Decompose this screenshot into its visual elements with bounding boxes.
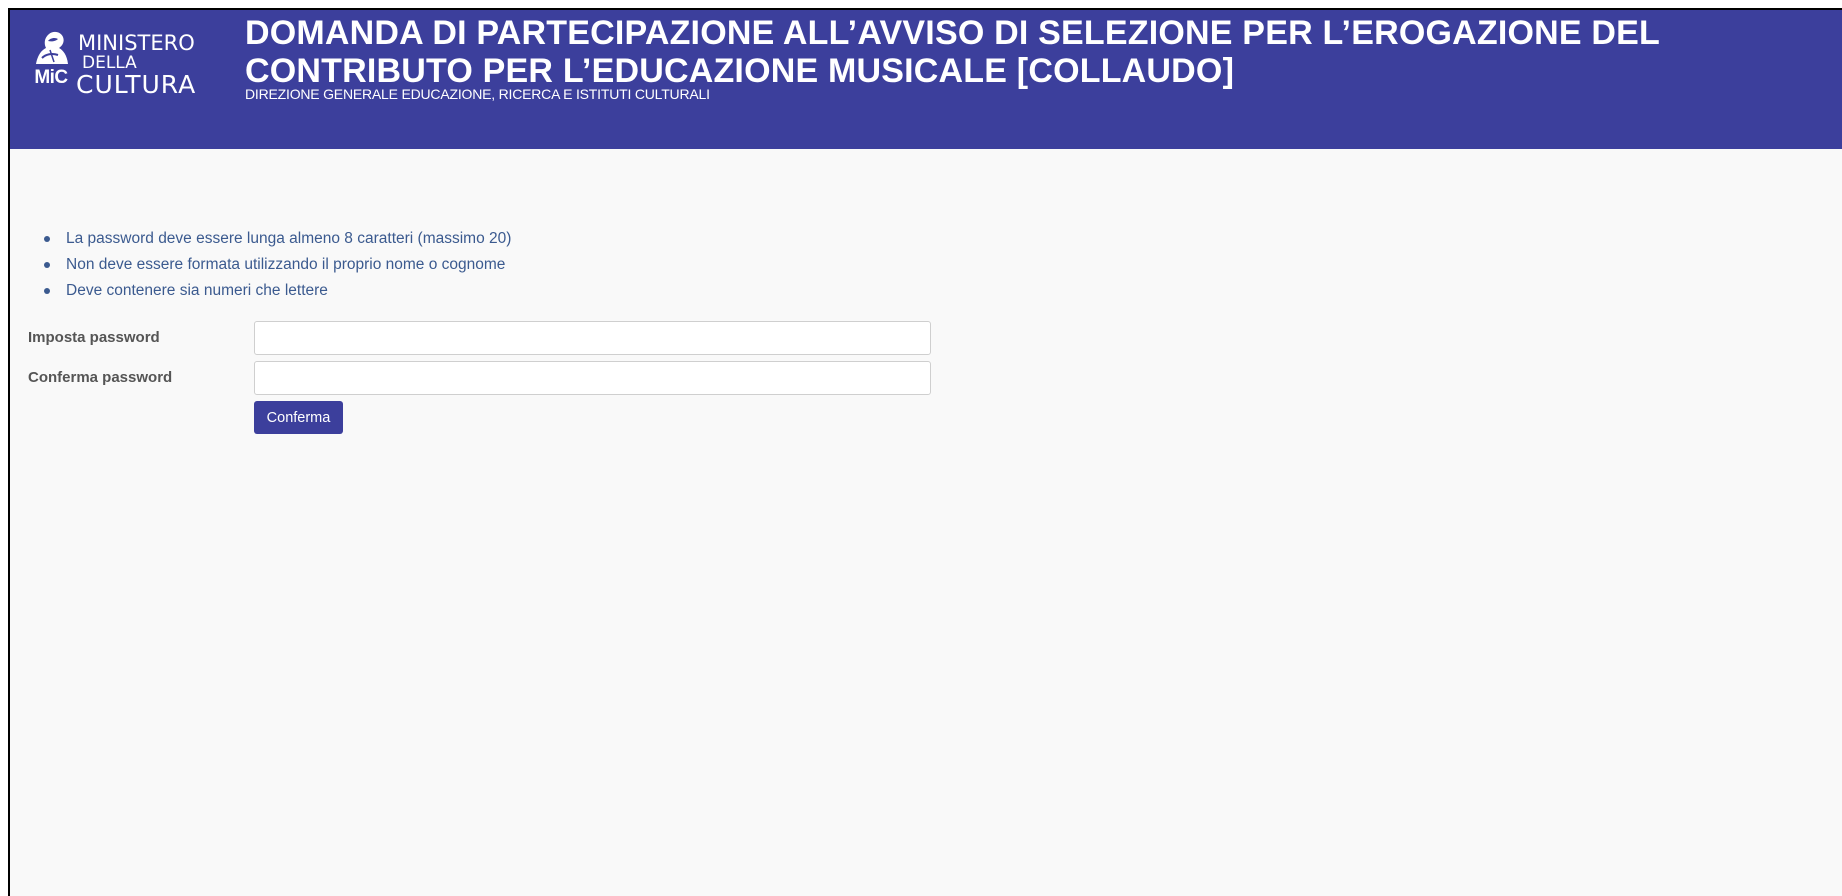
password-rule: Non deve essere formata utilizzando il p… <box>43 252 511 278</box>
logo-line-cultura: CULTURA <box>76 70 197 99</box>
ministry-logo[interactable]: MiC MINISTERO DELLA CULTURA <box>28 24 228 104</box>
confirm-password-row: Conferma password <box>10 361 950 395</box>
logo-line-ministero: MINISTERO <box>78 31 195 55</box>
password-rule: Deve contenere sia numeri che lettere <box>43 278 511 304</box>
site-header: MiC MINISTERO DELLA CULTURA DOMANDA DI P… <box>10 10 1842 149</box>
page-title: DOMANDA DI PARTECIPAZIONE ALL’AVVISO DI … <box>245 14 1660 90</box>
set-password-row: Imposta password <box>10 321 950 355</box>
password-rule: La password deve essere lunga almeno 8 c… <box>43 226 511 252</box>
confirm-password-input[interactable] <box>254 361 931 395</box>
confirm-password-label: Conferma password <box>28 369 173 386</box>
password-rules-list: La password deve essere lunga almeno 8 c… <box>22 226 511 304</box>
page-subtitle: DIREZIONE GENERALE EDUCAZIONE, RICERCA E… <box>245 86 710 102</box>
set-password-input[interactable] <box>254 321 931 355</box>
set-password-label: Imposta password <box>28 329 160 346</box>
mic-badge: MiC <box>34 67 68 88</box>
page-frame: MiC MINISTERO DELLA CULTURA DOMANDA DI P… <box>8 8 1842 896</box>
ministry-emblem-icon <box>28 24 74 70</box>
confirm-button[interactable]: Conferma <box>254 401 343 434</box>
